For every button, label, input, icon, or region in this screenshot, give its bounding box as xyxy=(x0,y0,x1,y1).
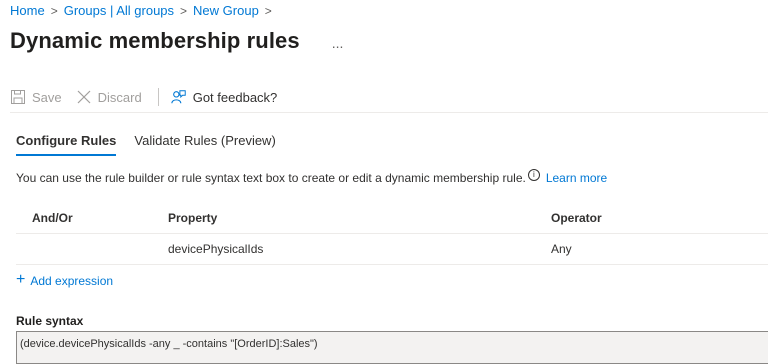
save-button[interactable]: Save xyxy=(10,89,62,105)
rule-syntax-label: Rule syntax xyxy=(16,314,84,328)
feedback-label: Got feedback? xyxy=(192,89,278,105)
breadcrumb-separator: > xyxy=(180,3,188,18)
close-icon xyxy=(76,89,92,105)
command-bar: Save Discard Got feedback? xyxy=(10,86,291,108)
breadcrumb-separator: > xyxy=(50,3,58,18)
discard-label: Discard xyxy=(97,89,142,105)
title-row: Dynamic membership rules ... xyxy=(10,28,343,54)
breadcrumb-groups[interactable]: Groups | All groups xyxy=(64,3,174,18)
add-expression-button[interactable]: + Add expression xyxy=(16,271,114,289)
feedback-icon xyxy=(171,89,187,105)
table-row[interactable]: devicePhysicalIds Any xyxy=(16,234,768,265)
add-expression-label: Add expression xyxy=(30,274,114,288)
breadcrumb-new-group[interactable]: New Group xyxy=(193,3,259,18)
rule-syntax-textbox[interactable]: (device.devicePhysicalIds -any _ -contai… xyxy=(16,331,768,364)
info-icon[interactable]: i xyxy=(527,169,540,181)
info-line: You can use the rule builder or rule syn… xyxy=(16,169,607,185)
discard-button[interactable]: Discard xyxy=(76,89,142,105)
more-options-icon[interactable]: ... xyxy=(332,35,344,51)
save-label: Save xyxy=(32,89,62,105)
toolbar-divider xyxy=(157,88,159,106)
column-header-and-or: And/Or xyxy=(32,211,73,225)
cell-operator[interactable]: Any xyxy=(551,242,751,256)
page-title: Dynamic membership rules xyxy=(10,28,300,53)
toolbar-divider-line xyxy=(10,112,768,113)
info-text: You can use the rule builder or rule syn… xyxy=(16,171,526,185)
tab-configure-rules[interactable]: Configure Rules xyxy=(16,133,117,156)
learn-more-link[interactable]: Learn more xyxy=(546,171,607,185)
save-icon xyxy=(10,89,26,105)
breadcrumb-home[interactable]: Home xyxy=(10,3,45,18)
feedback-button[interactable]: Got feedback? xyxy=(171,89,278,105)
cell-property[interactable]: devicePhysicalIds xyxy=(168,242,551,256)
rules-table: And/Or Property Operator devicePhysicalI… xyxy=(16,203,768,265)
breadcrumb-separator: > xyxy=(264,3,272,18)
column-header-operator: Operator xyxy=(551,211,602,225)
breadcrumb: Home > Groups | All groups > New Group > xyxy=(10,3,272,18)
plus-icon: + xyxy=(16,271,26,288)
page: Home > Groups | All groups > New Group >… xyxy=(0,0,768,364)
tab-list: Configure Rules Validate Rules (Preview) xyxy=(16,133,276,156)
tab-validate-rules[interactable]: Validate Rules (Preview) xyxy=(134,133,275,156)
column-header-property: Property xyxy=(168,211,218,225)
table-header: And/Or Property Operator xyxy=(16,203,768,234)
